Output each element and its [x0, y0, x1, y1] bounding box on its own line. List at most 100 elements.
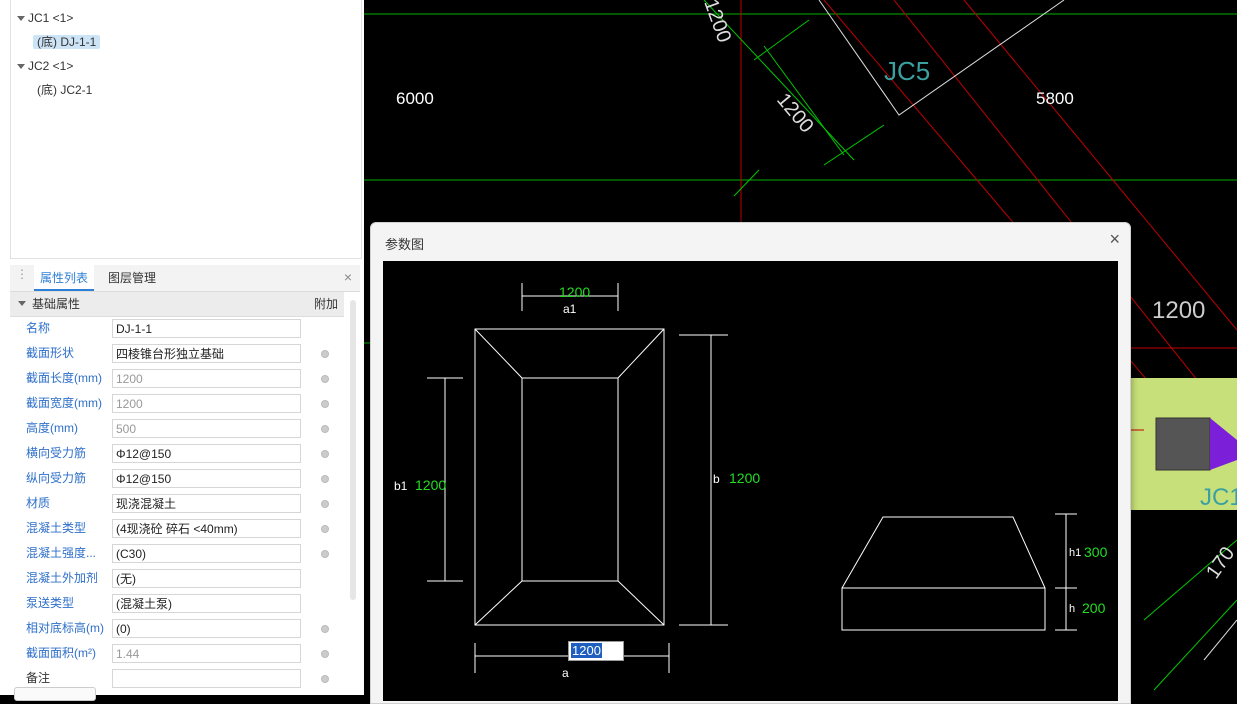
param-drawing: 1200 a1 b1 1200 b 1200 a h1 300 h 200 12… — [383, 261, 1118, 701]
jc1-label: JC1 — [1200, 484, 1237, 511]
extra-checkbox[interactable] — [321, 425, 329, 433]
prop-value-field[interactable]: DJ-1-1 — [112, 319, 301, 338]
plan-edge — [474, 328, 523, 379]
prop-name: 材质 — [26, 496, 51, 510]
prop-row[interactable]: 横向受力筋 Φ12@150 — [10, 441, 344, 466]
tree-node-label: JC1 <1> — [28, 11, 74, 25]
prop-row[interactable]: 高度(mm) 500 — [10, 416, 344, 441]
props-group-header[interactable]: 基础属性 附加 — [10, 292, 344, 317]
prop-name: 名称 — [26, 321, 51, 335]
prop-value-field[interactable]: Φ12@150 — [112, 469, 301, 488]
drag-grip-icon[interactable]: ⋮⋮ — [16, 268, 41, 285]
bottom-button[interactable] — [14, 687, 96, 701]
props-extra-header: 附加 — [314, 297, 339, 311]
expand-icon[interactable] — [17, 64, 25, 70]
prop-value-field[interactable]: 现浇混凝土 — [112, 494, 301, 513]
tree-node-label: (底) JC2-1 — [37, 83, 93, 97]
prop-value-field[interactable]: (4现浇砼 碎石 <40mm) — [112, 519, 301, 538]
dimension-line — [1153, 599, 1237, 691]
dim-5800-label: 5800 — [1036, 89, 1074, 108]
close-icon[interactable]: × — [1109, 229, 1120, 250]
dim-1200-top: 1200 — [699, 0, 735, 46]
prop-value-field[interactable]: (0) — [112, 619, 301, 638]
extra-checkbox[interactable] — [321, 500, 329, 508]
tree-node-label: (底) DJ-1-1 — [33, 35, 101, 49]
a-value-input[interactable]: 1200 — [568, 641, 624, 661]
prop-row[interactable]: 混凝土类型 (4现浇砼 碎石 <40mm) — [10, 516, 344, 541]
dimension-tick — [753, 19, 810, 61]
prop-name: 泵送类型 — [26, 596, 75, 610]
b1-label: b1 — [394, 479, 408, 493]
dialog-title: 参数图 — [385, 237, 425, 252]
a1-value: 1200 — [559, 284, 590, 300]
prop-name: 截面宽度(mm) — [26, 396, 102, 410]
prop-row[interactable]: 截面形状 四棱锥台形独立基础 — [10, 341, 344, 366]
prop-value-field[interactable]: Φ12@150 — [112, 444, 301, 463]
prop-row[interactable]: 截面面积(m²) 1.44 — [10, 641, 344, 666]
extra-checkbox[interactable] — [321, 650, 329, 658]
extra-checkbox[interactable] — [321, 350, 329, 358]
prop-name: 截面长度(mm) — [26, 371, 102, 385]
param-dialog: 参数图 × 1200 a1 b1 1200 b 1200 a h1 300 h … — [370, 222, 1131, 704]
a-value-text: 1200 — [571, 643, 602, 658]
extra-checkbox[interactable] — [321, 550, 329, 558]
prop-row[interactable]: 混凝土强度... (C30) — [10, 541, 344, 566]
plan-edge — [474, 580, 523, 626]
dim-170-label: 170 — [1202, 543, 1237, 583]
prop-row[interactable]: 材质 现浇混凝土 — [10, 491, 344, 516]
b-label: b — [713, 472, 720, 486]
prop-name: 相对底标高(m) — [26, 621, 104, 635]
extra-checkbox[interactable] — [321, 525, 329, 533]
prop-row[interactable]: 泵送类型 (混凝土泵) — [10, 591, 344, 616]
tree-node-jc2-1[interactable]: (底) JC2-1 — [37, 80, 92, 100]
prop-name: 截面形状 — [26, 346, 75, 360]
collapse-icon[interactable] — [18, 301, 26, 306]
props-scrollbar[interactable] — [350, 300, 356, 600]
prop-row[interactable]: 截面长度(mm) 1200 — [10, 366, 344, 391]
prop-row[interactable]: 截面宽度(mm) 1200 — [10, 391, 344, 416]
section-slope — [841, 516, 1046, 589]
jc5-label: JC5 — [884, 56, 930, 86]
close-icon[interactable]: × — [344, 269, 352, 285]
h-value: 200 — [1082, 600, 1106, 616]
prop-value-field[interactable]: (无) — [112, 569, 301, 588]
expand-icon[interactable] — [17, 16, 25, 22]
prop-value-field[interactable]: 四棱锥台形独立基础 — [112, 344, 301, 363]
prop-value-field[interactable]: 1200 — [112, 369, 301, 388]
extra-checkbox[interactable] — [321, 375, 329, 383]
tree-node-jc2[interactable]: JC2 <1> — [17, 56, 73, 76]
footing-outline — [818, 0, 1065, 116]
dim-6000-label: 6000 — [396, 89, 434, 108]
dim-1200-mid: 1200 — [772, 89, 817, 137]
component-tree: JC1 <1> (底) DJ-1-1 JC2 <1> (底) JC2-1 — [10, 0, 362, 259]
prop-row[interactable]: 名称 DJ-1-1 — [10, 316, 344, 341]
prop-name: 截面面积(m²) — [26, 646, 96, 660]
prop-value-field[interactable]: 1200 — [112, 394, 301, 413]
prop-name: 高度(mm) — [26, 421, 78, 435]
h-label: h — [1069, 603, 1075, 615]
prop-row[interactable]: 相对底标高(m) (0) — [10, 616, 344, 641]
tree-node-dj-1-1[interactable]: (底) DJ-1-1 — [33, 32, 101, 52]
section-base — [841, 587, 1046, 631]
extra-checkbox[interactable] — [321, 625, 329, 633]
extra-checkbox[interactable] — [321, 400, 329, 408]
extra-checkbox[interactable] — [321, 475, 329, 483]
prop-value-field[interactable]: (C30) — [112, 544, 301, 563]
footing-outline — [1203, 619, 1237, 661]
prop-row[interactable]: 混凝土外加剂 (无) — [10, 566, 344, 591]
prop-name: 纵向受力筋 — [26, 471, 87, 485]
tab-properties[interactable]: 属性列表 — [34, 265, 95, 291]
prop-value-field[interactable]: 500 — [112, 419, 301, 438]
extra-checkbox[interactable] — [321, 675, 329, 683]
b1-value: 1200 — [415, 477, 446, 493]
tree-node-label: JC2 <1> — [28, 59, 74, 73]
extra-checkbox[interactable] — [321, 450, 329, 458]
prop-value-field[interactable]: (混凝土泵) — [112, 594, 301, 613]
tree-node-jc1[interactable]: JC1 <1> — [17, 8, 73, 28]
prop-value-field[interactable]: 1.44 — [112, 644, 301, 663]
prop-value-field[interactable] — [112, 669, 301, 688]
prop-row[interactable]: 纵向受力筋 Φ12@150 — [10, 466, 344, 491]
b-value: 1200 — [729, 470, 760, 486]
tab-layers[interactable]: 图层管理 — [102, 265, 162, 291]
left-panel: JC1 <1> (底) DJ-1-1 JC2 <1> (底) JC2-1 ⋮⋮ … — [0, 0, 364, 701]
